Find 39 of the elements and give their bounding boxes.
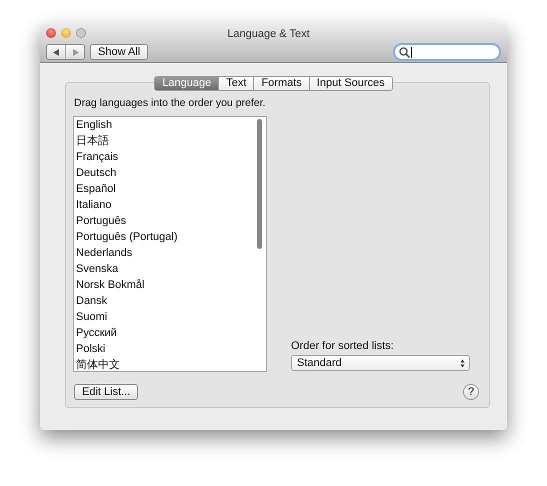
language-item[interactable]: Русский: [76, 325, 257, 341]
language-item[interactable]: 日本語: [76, 133, 257, 149]
help-button[interactable]: ?: [463, 384, 479, 400]
edit-list-button[interactable]: Edit List...: [74, 384, 138, 400]
instruction-text: Drag languages into the order you prefer.: [73, 96, 266, 111]
language-item[interactable]: Português: [76, 213, 257, 229]
language-item[interactable]: Norsk Bokmål: [76, 277, 257, 293]
language-item[interactable]: Nederlands: [76, 245, 257, 261]
language-item[interactable]: Italiano: [76, 197, 257, 213]
window-title: Language & Text: [226, 27, 311, 40]
close-icon[interactable]: [46, 28, 56, 38]
sort-order-label: Order for sorted lists:: [291, 339, 395, 353]
language-list[interactable]: English 日本語 Français Deutsch Español Italiano Português Português (Portugal) Nederlands Svenska Norsk Bokmål Dansk Suomi Русский Polski 简体中文: [73, 116, 267, 372]
tab[interactable]: Input Sources: [310, 76, 393, 91]
scrollbar-thumb[interactable]: [257, 119, 262, 249]
left-triangle-icon: [52, 48, 60, 56]
search-icon: [399, 46, 410, 58]
sort-order-popup[interactable]: Standard: [291, 355, 470, 371]
language-item[interactable]: Dansk: [76, 293, 257, 309]
language-item[interactable]: Polski: [76, 341, 257, 357]
language-item[interactable]: 简体中文: [76, 357, 257, 371]
stepper-arrows-icon: [460, 358, 465, 368]
text-cursor: [411, 46, 412, 58]
language-item[interactable]: Deutsch: [76, 165, 257, 181]
tab[interactable]: Formats: [254, 76, 310, 91]
show-all-button[interactable]: Show All: [90, 44, 148, 60]
language-item[interactable]: Español: [76, 181, 257, 197]
language-item[interactable]: Português (Portugal): [76, 229, 257, 245]
right-triangle-icon: [72, 48, 78, 56]
language-item[interactable]: Français: [76, 149, 257, 165]
minimize-icon[interactable]: [61, 28, 71, 38]
language-item[interactable]: English: [76, 117, 257, 133]
language-item[interactable]: Svenska: [76, 261, 257, 277]
tab[interactable]: Text: [219, 76, 254, 91]
language-item[interactable]: Suomi: [76, 309, 257, 325]
search-field[interactable]: [393, 43, 501, 61]
tab[interactable]: Language: [154, 76, 220, 91]
popup-value: Standard: [297, 356, 342, 370]
zoom-icon[interactable]: [76, 28, 86, 38]
